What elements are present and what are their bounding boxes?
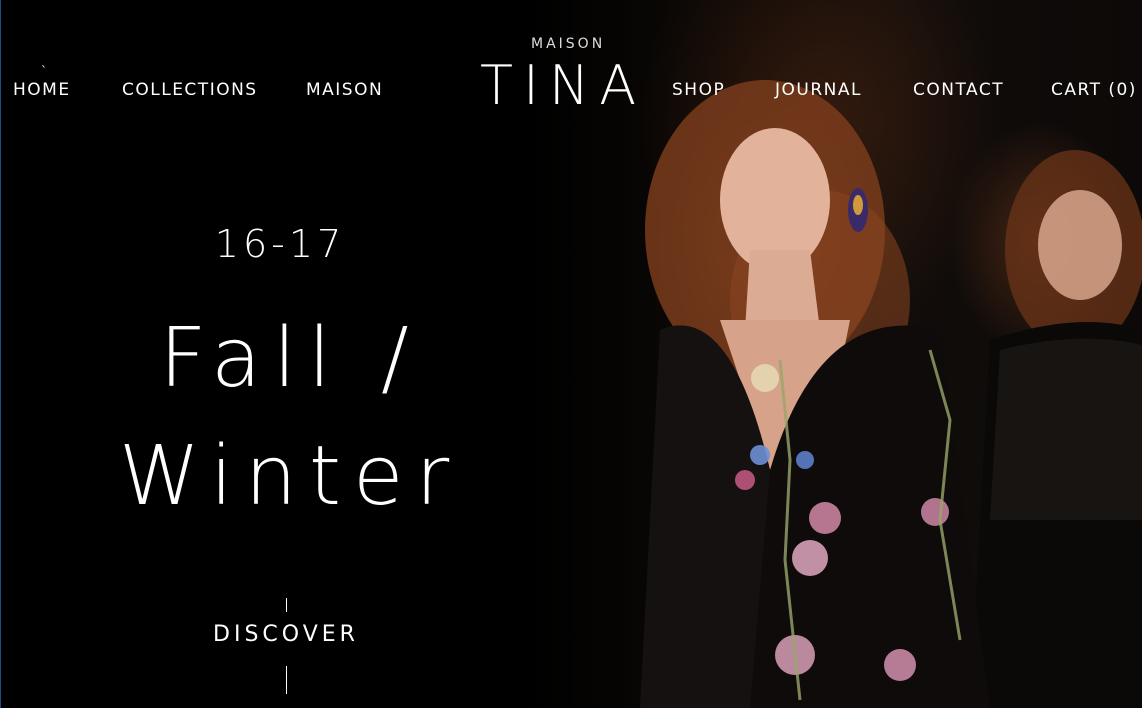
hero-headline: Fall / Winter [60, 300, 520, 536]
headline-line-1: Fall / [159, 311, 421, 406]
cta-divider-bottom [286, 666, 287, 694]
home-accent-mark: ` [41, 64, 47, 78]
nav-shop[interactable]: SHOP [672, 80, 725, 100]
nav-cart[interactable]: CART (0) [1051, 80, 1137, 100]
cta-divider-top [286, 598, 287, 612]
left-edge-border [0, 0, 1, 708]
discover-button[interactable]: DISCOVER [186, 622, 386, 647]
headline-line-2: Winter [118, 429, 462, 524]
nav-maison[interactable]: MAISON [306, 80, 383, 100]
logo[interactable]: TINA [480, 56, 646, 116]
logo-subtitle: MAISON [531, 36, 606, 52]
nav-home[interactable]: HOME [13, 80, 71, 100]
nav-collections[interactable]: COLLECTIONS [122, 80, 258, 100]
nav-contact[interactable]: CONTACT [913, 80, 1004, 100]
nav-journal[interactable]: JOURNAL [775, 80, 862, 100]
season-label: 16-17 [214, 222, 346, 266]
